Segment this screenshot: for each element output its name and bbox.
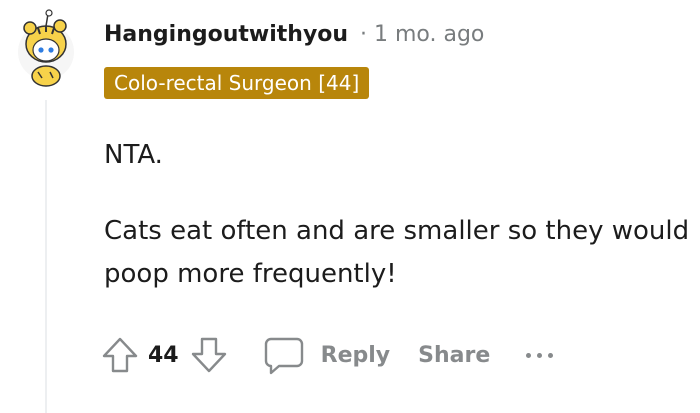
thread-line[interactable]	[45, 100, 47, 413]
more-options-button[interactable]	[526, 345, 554, 365]
avatar-snoo-icon	[18, 9, 74, 87]
username[interactable]: Hangingoutwithyou	[104, 22, 348, 47]
speech-bubble-icon	[264, 337, 303, 375]
upvote-button[interactable]	[100, 335, 140, 375]
arrow-down-icon	[191, 337, 226, 373]
ellipsis-icon	[526, 352, 554, 358]
downvote-button[interactable]	[189, 335, 229, 375]
comment-body: NTA. Cats eat often and are smaller so t…	[104, 134, 694, 329]
vote-count: 44	[148, 342, 179, 368]
timestamp[interactable]: 1 mo. ago	[374, 22, 484, 47]
comment-paragraph: Cats eat often and are smaller so they w…	[104, 216, 690, 289]
avatar[interactable]	[16, 8, 76, 88]
comment-paragraph: NTA.	[104, 140, 163, 170]
user-flair: Colo-rectal Surgeon [44]	[104, 67, 370, 99]
comment-actions: 44 Reply Share	[100, 330, 554, 380]
meta-separator: ·	[360, 22, 367, 47]
comment: Hangingoutwithyou · 1 mo. ago Colo-recta…	[0, 0, 700, 413]
arrow-up-icon	[102, 337, 138, 373]
comment-meta: · 1 mo. ago	[360, 22, 484, 47]
share-button[interactable]: Share	[418, 343, 490, 368]
reply-label[interactable]: Reply	[321, 343, 391, 368]
reply-button[interactable]: Reply	[263, 335, 391, 375]
